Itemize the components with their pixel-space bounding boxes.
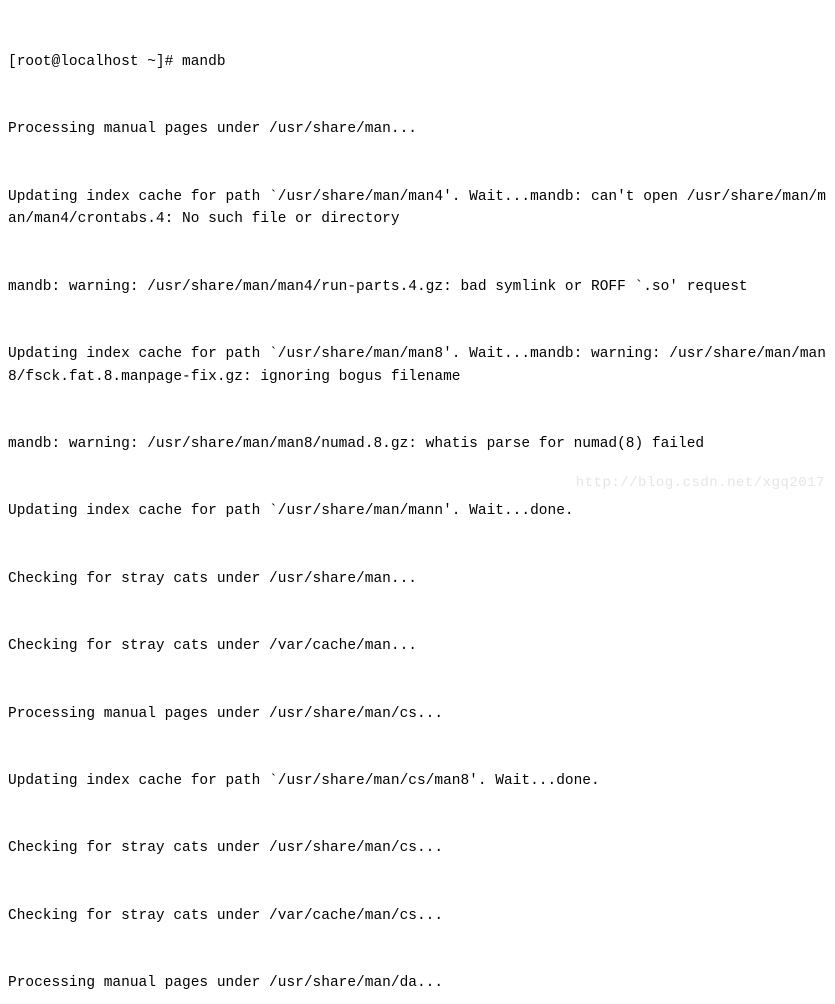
output-line: Processing manual pages under /usr/share… bbox=[8, 703, 827, 725]
output-line: Processing manual pages under /usr/share… bbox=[8, 118, 827, 140]
output-line: Checking for stray cats under /usr/share… bbox=[8, 837, 827, 859]
output-line: mandb: warning: /usr/share/man/man8/numa… bbox=[8, 433, 827, 455]
output-line: Updating index cache for path `/usr/shar… bbox=[8, 186, 827, 231]
output-line: Updating index cache for path `/usr/shar… bbox=[8, 343, 827, 388]
prompt-line: [root@localhost ~]# mandb bbox=[8, 51, 827, 73]
output-line: Processing manual pages under /usr/share… bbox=[8, 972, 827, 994]
output-line: Checking for stray cats under /var/cache… bbox=[8, 905, 827, 927]
output-line: mandb: warning: /usr/share/man/man4/run-… bbox=[8, 276, 827, 298]
command-text: mandb bbox=[182, 54, 226, 70]
output-line: Updating index cache for path `/usr/shar… bbox=[8, 500, 827, 522]
shell-prompt: [root@localhost ~]# bbox=[8, 54, 182, 70]
output-line: Checking for stray cats under /usr/share… bbox=[8, 568, 827, 590]
terminal-output: [root@localhost ~]# mandb Processing man… bbox=[8, 6, 827, 1004]
output-line: Updating index cache for path `/usr/shar… bbox=[8, 770, 827, 792]
output-line: Checking for stray cats under /var/cache… bbox=[8, 635, 827, 657]
